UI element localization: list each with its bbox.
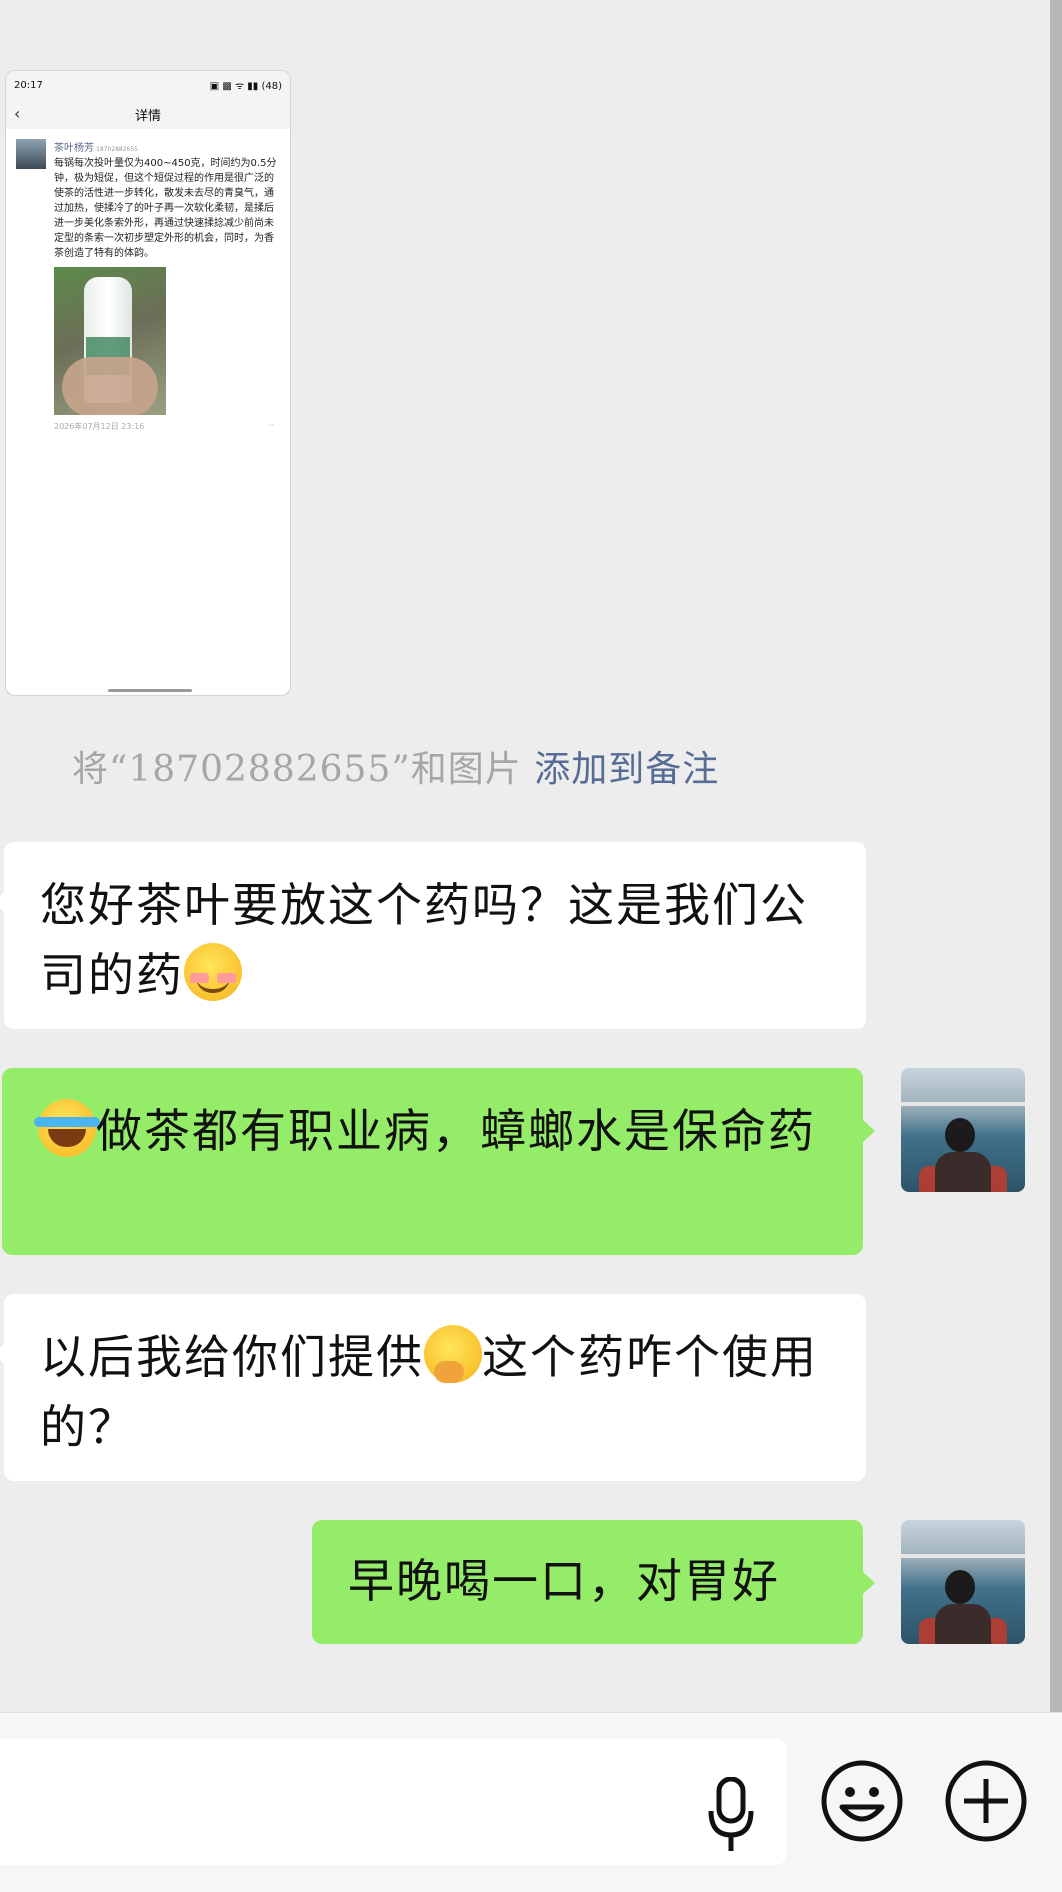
post-author-name: 茶叶杨芳 bbox=[54, 143, 94, 154]
message-text: 以后我给你们提供 bbox=[40, 1330, 424, 1384]
message-text: 早晚喝一口，对胃好 bbox=[348, 1554, 780, 1608]
screenshot-post-footer: 2026年07月12日 23:16 ·· bbox=[54, 421, 282, 432]
screenshot-home-indicator bbox=[108, 689, 192, 692]
message-text: 做茶都有职业病，蟑螂水是保命药 bbox=[96, 1104, 816, 1158]
avatar-head-shape bbox=[945, 1118, 975, 1152]
thinking-face-icon bbox=[424, 1325, 482, 1383]
user-avatar[interactable] bbox=[901, 1520, 1025, 1644]
back-arrow-icon: ‹ bbox=[14, 104, 21, 123]
avatar-body-shape bbox=[935, 1604, 991, 1644]
screenshot-time: 20:17 bbox=[14, 79, 43, 91]
avatar-head-shape bbox=[945, 1570, 975, 1604]
message-bubble-incoming[interactable]: 您好茶叶要放这个药吗？这是我们公司的药 bbox=[0, 842, 866, 1029]
screenshot-post-avatar bbox=[16, 139, 46, 169]
loudly-crying-face-icon bbox=[34, 1099, 100, 1157]
microphone-icon[interactable] bbox=[708, 1777, 754, 1853]
message-bubble-outgoing[interactable]: 早晚喝一口，对胃好 bbox=[312, 1520, 875, 1644]
plus-icon[interactable] bbox=[944, 1759, 1028, 1843]
avatar-rail-shape bbox=[901, 1554, 1025, 1558]
screenshot-nav-bar: ‹ 详情 bbox=[6, 99, 290, 129]
system-note-text: 将“18702882655”和图片 bbox=[72, 749, 522, 790]
chat-input-bar bbox=[0, 1712, 1062, 1892]
screenshot-post-photo bbox=[54, 267, 166, 415]
screenshot-status-bar: 20:17 ▣ ▩ ᯤ ▮▮ (48) bbox=[6, 71, 290, 99]
screenshot-post-time: 2026年07月12日 23:16 bbox=[54, 422, 145, 431]
screenshot-post: 茶叶杨芳 18702882655 每锅每次投叶量仅为400~450克，时间约为0.… bbox=[6, 129, 290, 432]
scrollbar-track bbox=[1050, 0, 1062, 1712]
screenshot-status-icons: ▣ ▩ ᯤ ▮▮ (48) bbox=[209, 81, 282, 92]
hand-shape bbox=[62, 357, 158, 415]
user-avatar[interactable] bbox=[901, 1068, 1025, 1192]
avatar-body-shape bbox=[935, 1152, 991, 1192]
more-dots-icon: ·· bbox=[268, 421, 274, 430]
screenshot-image-message[interactable]: 20:17 ▣ ▩ ᯤ ▮▮ (48) ‹ 详情 茶叶杨芳 18702882655… bbox=[5, 70, 291, 696]
message-input[interactable] bbox=[0, 1739, 786, 1865]
post-author-sub: 18702882655 bbox=[96, 146, 138, 153]
message-text: 您好茶叶要放这个药吗？这是我们公司的药 bbox=[40, 878, 808, 1002]
avatar-rail-shape bbox=[901, 1102, 1025, 1106]
system-note: 将“18702882655”和图片 添加到备注 bbox=[72, 740, 719, 792]
screenshot-nav-title: 详情 bbox=[134, 108, 161, 124]
screenshot-post-author: 茶叶杨芳 18702882655 bbox=[54, 139, 282, 154]
smiling-face-icon bbox=[184, 943, 242, 1001]
screenshot-post-text: 每锅每次投叶量仅为400~450克，时间约为0.5分钟，极为短促，但这个短促过程… bbox=[54, 158, 277, 259]
add-to-remark-link[interactable]: 添加到备注 bbox=[534, 749, 719, 790]
emoji-icon[interactable] bbox=[820, 1759, 904, 1843]
message-bubble-outgoing[interactable]: 做茶都有职业病，蟑螂水是保命药 bbox=[2, 1068, 875, 1255]
message-bubble-incoming[interactable]: 以后我给你们提供 这个药咋个使用的？ bbox=[0, 1294, 866, 1481]
